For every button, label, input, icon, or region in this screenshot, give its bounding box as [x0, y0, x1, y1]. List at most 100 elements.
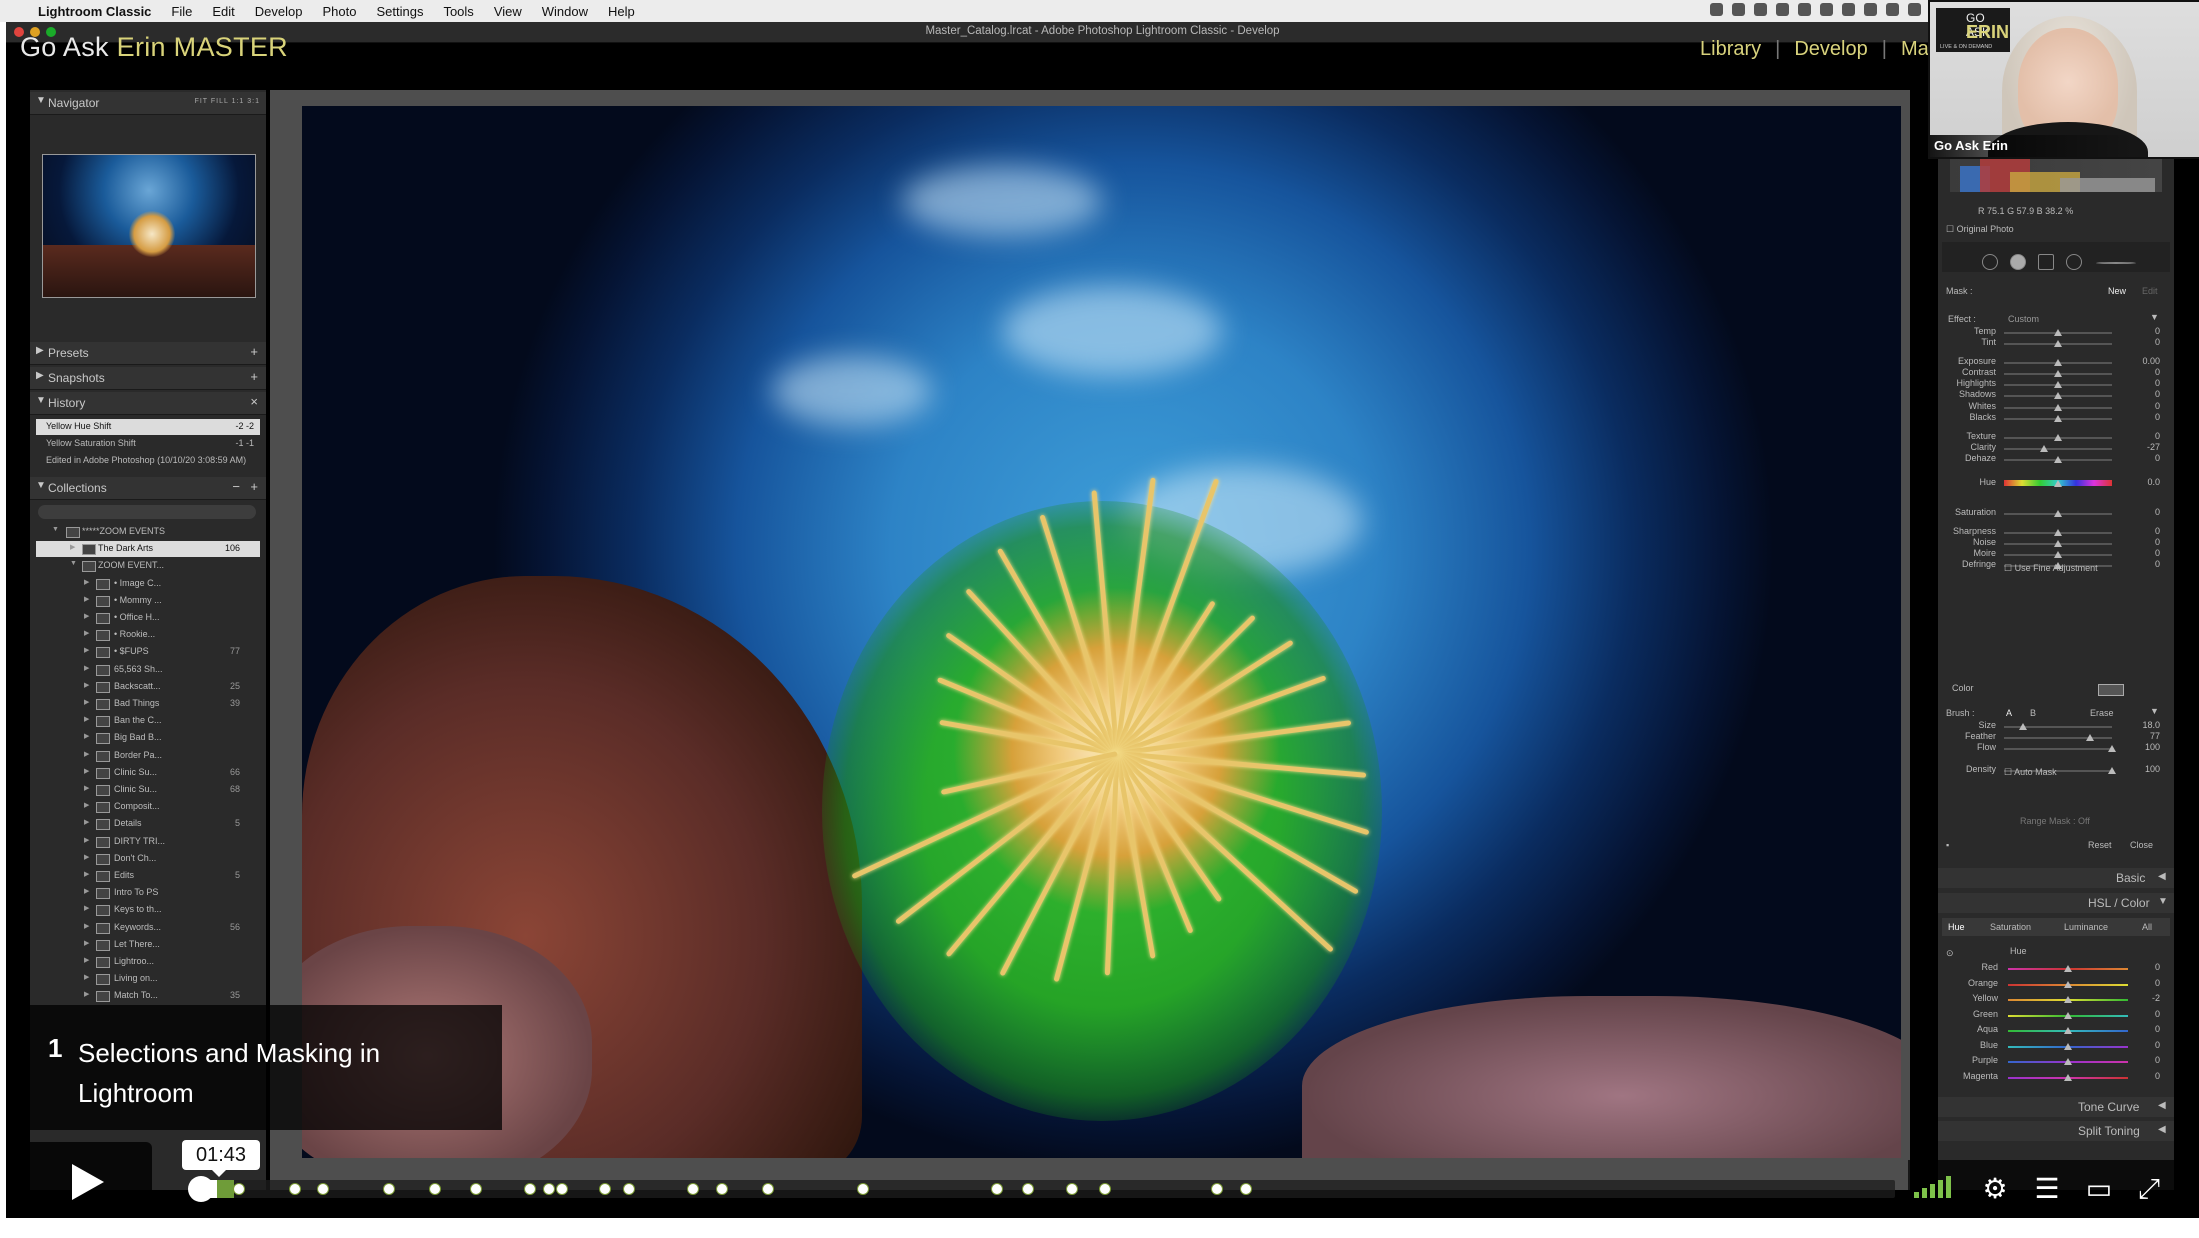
slider-handle[interactable] [2054, 340, 2062, 347]
slider-handle[interactable] [2054, 359, 2062, 366]
settings-gear-icon[interactable]: ⚙ [1980, 1174, 2010, 1204]
chapter-marker[interactable] [761, 1183, 774, 1195]
hsl-panel-header[interactable]: HSL / Color ▼ [1938, 893, 2174, 913]
slider-handle[interactable] [2054, 540, 2062, 547]
chapter-marker[interactable] [716, 1183, 728, 1195]
hsl-tab-all[interactable]: All [2142, 922, 2152, 932]
menu-settings[interactable]: Settings [376, 4, 423, 19]
slider-handle[interactable] [2054, 392, 2062, 399]
hsl-slider-value[interactable]: 0 [2134, 1071, 2160, 1081]
disclosure-triangle-icon[interactable]: ▶ [84, 870, 89, 878]
disclosure-triangle-icon[interactable]: ▶ [84, 922, 89, 930]
history-item[interactable]: Edited in Adobe Photoshop (10/10/20 3:08… [36, 453, 260, 469]
collection-item[interactable]: ▶ Border Pa... [36, 748, 260, 764]
chapter-marker[interactable] [233, 1183, 246, 1195]
collection-item[interactable]: ▶ Let There... [36, 937, 260, 953]
collection-item[interactable]: ▶ Big Bad B... [36, 730, 260, 746]
slider-value[interactable]: 0 [2134, 453, 2160, 463]
slider-value[interactable]: 0.0 [2134, 477, 2160, 487]
hsl-slider-handle[interactable] [2064, 1042, 2072, 1050]
collection-item[interactable]: ▶ Keywords... 56 [36, 920, 260, 936]
hsl-slider-value[interactable]: 0 [2134, 962, 2160, 972]
chapter-marker[interactable] [1066, 1183, 1079, 1195]
color-swatch[interactable] [2098, 684, 2124, 696]
disclosure-triangle-icon[interactable]: ▼ [70, 560, 77, 567]
slider-handle[interactable] [2054, 370, 2062, 377]
status-icon[interactable] [1842, 3, 1855, 16]
disclosure-triangle-icon[interactable]: ▶ [84, 973, 89, 981]
volume-icon[interactable] [1908, 1160, 1962, 1218]
auto-mask-checkbox[interactable]: ☐ Auto Mask [2004, 767, 2057, 778]
tool-slider-icon[interactable] [2096, 262, 2136, 264]
brush-slider-value[interactable]: 77 [2134, 731, 2160, 741]
play-button[interactable] [22, 1142, 152, 1218]
brush-slider-handle[interactable] [2086, 734, 2095, 741]
menu-view[interactable]: View [494, 4, 522, 19]
add-collection-icon[interactable]: + [250, 479, 258, 494]
brush-slider-handle[interactable] [2019, 723, 2028, 730]
menu-photo[interactable]: Photo [322, 4, 356, 19]
slider-handle[interactable] [2040, 445, 2048, 452]
photo-canvas[interactable] [302, 106, 1901, 1158]
collection-item[interactable]: ▶ • $FUPS 77 [36, 644, 260, 660]
brush-slider-value[interactable]: 100 [2134, 742, 2160, 752]
collection-item[interactable]: ▶ Composit... [36, 799, 260, 815]
slider-value[interactable]: 0 [2134, 389, 2160, 399]
history-item[interactable]: Yellow Saturation Shift -1 -1 [36, 436, 260, 452]
status-icon[interactable] [1908, 3, 1921, 16]
collection-item[interactable]: ▶ Don't Ch... [36, 851, 260, 867]
status-icon[interactable] [1798, 3, 1811, 16]
disclosure-triangle-icon[interactable]: ▶ [84, 767, 89, 775]
slider-value[interactable]: -27 [2134, 442, 2160, 452]
slider-value[interactable]: 0 [2134, 412, 2160, 422]
chapter-marker[interactable] [1239, 1183, 1252, 1195]
disclosure-triangle-icon[interactable]: ▶ [84, 853, 89, 861]
slider-value[interactable]: 0 [2134, 548, 2160, 558]
slider-value[interactable]: 0 [2134, 507, 2160, 517]
navigator-thumbnail[interactable] [42, 154, 256, 298]
menu-file[interactable]: File [171, 4, 192, 19]
fine-adjust-checkbox[interactable]: ☐ Use Fine Adjustment [2004, 563, 2098, 574]
collection-item[interactable]: ▼ ZOOM EVENT... [36, 558, 260, 574]
slider-handle[interactable] [2054, 434, 2062, 441]
chapter-marker[interactable] [857, 1183, 870, 1195]
hsl-tab-luminance[interactable]: Luminance [2064, 922, 2108, 932]
disclosure-triangle-icon[interactable]: ▶ [84, 818, 89, 826]
disclosure-triangle-icon[interactable]: ▶ [84, 732, 89, 740]
chapter-marker[interactable] [991, 1183, 1004, 1195]
disclosure-triangle-icon[interactable]: ▶ [84, 887, 89, 895]
slider-value[interactable]: 0 [2134, 526, 2160, 536]
slider-handle[interactable] [2054, 480, 2062, 487]
slider-value[interactable]: 0 [2134, 559, 2160, 569]
collections-header[interactable]: ▼ Collections − + [30, 477, 266, 500]
collection-item[interactable]: ▶ Clinic Su... 66 [36, 765, 260, 781]
menu-develop[interactable]: Develop [255, 4, 303, 19]
mask-overlay-toggle-icon[interactable]: ▪ [1946, 840, 1949, 850]
collection-item[interactable]: ▶ The Dark Arts 106 [36, 541, 260, 558]
brush-a-button[interactable]: A [2006, 708, 2012, 718]
progress-scrubber[interactable] [188, 1176, 214, 1202]
slider-value[interactable]: 0 [2134, 378, 2160, 388]
disclosure-triangle-icon[interactable]: ▶ [84, 681, 89, 689]
radial-filter-tool-icon[interactable] [2038, 254, 2054, 270]
disclosure-triangle-icon[interactable]: ▶ [84, 904, 89, 912]
hsl-slider-value[interactable]: 0 [2134, 1040, 2160, 1050]
menu-edit[interactable]: Edit [212, 4, 234, 19]
disclosure-triangle-icon[interactable]: ▶ [84, 715, 89, 723]
menu-help[interactable]: Help [608, 4, 635, 19]
collection-item[interactable]: ▶ Intro To PS [36, 885, 260, 901]
slider-value[interactable]: 0 [2134, 367, 2160, 377]
chapter-marker[interactable] [1210, 1183, 1223, 1195]
slider-value[interactable]: 0 [2134, 537, 2160, 547]
hsl-slider-handle[interactable] [2064, 965, 2072, 972]
hsl-slider-handle[interactable] [2064, 1073, 2072, 1081]
adjustment-brush-tool-icon[interactable] [2066, 254, 2082, 270]
status-icon[interactable] [1754, 3, 1767, 16]
targeted-adjustment-icon[interactable]: ⊙ [1946, 948, 1954, 959]
chapter-marker[interactable] [316, 1183, 329, 1195]
chapter-marker[interactable] [469, 1183, 482, 1195]
chapter-marker[interactable] [289, 1183, 302, 1195]
mask-edit-button[interactable]: Edit [2142, 286, 2158, 296]
menu-tools[interactable]: Tools [443, 4, 473, 19]
module-library[interactable]: Library [1700, 38, 1761, 61]
